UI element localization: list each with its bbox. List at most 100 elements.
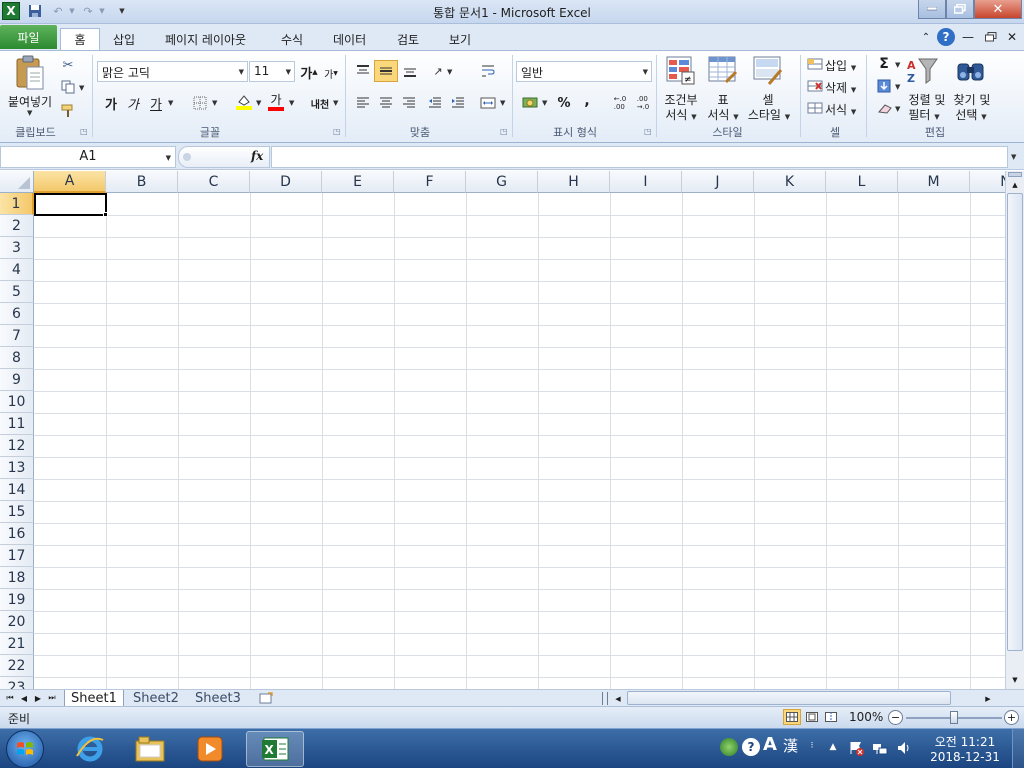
workbook-close-icon[interactable]: ✕ xyxy=(1004,29,1020,45)
phonetic-dropdown-icon[interactable]: ▼ xyxy=(333,99,338,107)
tab-data[interactable]: 데이터 xyxy=(323,28,376,50)
font-name-combo[interactable]: 맑은 고딕 ▼ xyxy=(97,61,248,82)
accounting-format-icon[interactable] xyxy=(520,93,540,113)
row-header[interactable]: 23 xyxy=(0,677,34,689)
name-box[interactable]: A1 ▼ xyxy=(0,146,176,168)
internet-explorer-icon[interactable] xyxy=(62,731,118,767)
next-sheet-icon[interactable]: ▶ xyxy=(32,692,44,704)
show-hidden-icons[interactable]: ▲ xyxy=(826,740,840,754)
ime-help-icon[interactable]: ? xyxy=(742,738,760,756)
sheet-tab-sheet3[interactable]: Sheet3 xyxy=(189,690,247,707)
borders-dropdown-icon[interactable]: ▼ xyxy=(212,99,217,107)
column-header[interactable]: D xyxy=(250,171,322,193)
name-box-dropdown-icon[interactable]: ▼ xyxy=(166,154,171,162)
column-header[interactable]: F xyxy=(394,171,466,193)
row-header[interactable]: 8 xyxy=(0,347,34,369)
scroll-left-icon[interactable]: ◀ xyxy=(612,692,624,705)
worksheet-grid[interactable]: ABCDEFGHIJKLMN 1234567891011121314151617… xyxy=(0,171,1005,689)
network-icon[interactable] xyxy=(872,740,888,756)
copy-icon[interactable] xyxy=(60,79,76,95)
row-header[interactable]: 13 xyxy=(0,457,34,479)
restore-button[interactable] xyxy=(946,0,974,19)
volume-icon[interactable] xyxy=(896,740,912,756)
insert-cells-label[interactable]: 삽입 ▼ xyxy=(825,57,856,74)
column-header[interactable]: C xyxy=(178,171,250,193)
row-header[interactable]: 19 xyxy=(0,589,34,611)
font-color-icon[interactable]: 가 xyxy=(266,91,286,113)
row-header[interactable]: 22 xyxy=(0,655,34,677)
underline-button[interactable]: 가 xyxy=(146,93,166,113)
fill-handle[interactable] xyxy=(103,212,108,217)
font-name-dropdown-icon[interactable]: ▼ xyxy=(239,68,244,76)
zoom-in-icon[interactable]: + xyxy=(1004,710,1019,725)
insert-function-button[interactable]: fx xyxy=(251,149,263,163)
scroll-right-icon[interactable]: ▶ xyxy=(982,692,994,705)
row-header[interactable]: 5 xyxy=(0,281,34,303)
normal-view-icon[interactable] xyxy=(783,709,801,725)
ime-hanja-button[interactable]: 漢 xyxy=(783,735,798,756)
insert-cells-icon[interactable] xyxy=(806,56,824,72)
bold-button[interactable]: 가 xyxy=(101,93,121,113)
find-select-icon[interactable] xyxy=(955,56,987,86)
tab-review[interactable]: 검토 xyxy=(387,28,429,50)
ime-options-icon[interactable]: ⁝ xyxy=(806,737,818,755)
fill-color-icon[interactable] xyxy=(234,91,254,113)
select-all-button[interactable] xyxy=(0,171,34,193)
column-header[interactable]: I xyxy=(610,171,682,193)
media-player-icon[interactable] xyxy=(182,731,238,767)
row-header[interactable]: 12 xyxy=(0,435,34,457)
clock-date[interactable]: 2018-12-31 xyxy=(922,750,1008,764)
row-header[interactable]: 9 xyxy=(0,369,34,391)
delete-cells-label[interactable]: 삭제 ▼ xyxy=(825,79,856,96)
font-color-dropdown-icon[interactable]: ▼ xyxy=(289,99,294,107)
formula-grip-icon[interactable] xyxy=(183,153,191,161)
paste-dropdown-icon[interactable]: ▼ xyxy=(27,109,32,117)
delete-cells-icon[interactable] xyxy=(806,78,824,94)
formula-input[interactable] xyxy=(271,146,1008,168)
vertical-scroll-thumb[interactable] xyxy=(1007,193,1023,651)
autosum-icon[interactable]: Σ xyxy=(875,55,893,73)
row-header[interactable]: 1 xyxy=(0,193,34,215)
font-size-combo[interactable]: 11 ▼ xyxy=(249,61,295,82)
close-button[interactable]: ✕ xyxy=(974,0,1022,19)
row-header[interactable]: 4 xyxy=(0,259,34,281)
sort-filter-label-2[interactable]: 필터 ▼ xyxy=(904,106,944,123)
borders-icon[interactable] xyxy=(190,93,210,113)
action-center-icon[interactable] xyxy=(848,740,864,756)
minimize-ribbon-icon[interactable]: ⌃ xyxy=(918,29,934,45)
column-header[interactable]: E xyxy=(322,171,394,193)
row-header[interactable]: 2 xyxy=(0,215,34,237)
row-header[interactable]: 16 xyxy=(0,523,34,545)
wrap-text-icon[interactable] xyxy=(478,61,498,81)
file-explorer-icon[interactable] xyxy=(122,731,178,767)
fill-dropdown-icon[interactable]: ▼ xyxy=(895,83,900,91)
format-cells-icon[interactable] xyxy=(806,100,824,116)
split-box-icon[interactable] xyxy=(1008,172,1022,177)
font-size-dropdown-icon[interactable]: ▼ xyxy=(286,68,291,76)
shrink-font-button[interactable]: 가 ▼ xyxy=(322,65,340,81)
row-header[interactable]: 15 xyxy=(0,501,34,523)
zoom-out-icon[interactable]: − xyxy=(888,710,903,725)
column-header[interactable]: N xyxy=(970,171,1005,193)
number-format-combo[interactable]: 일반 ▼ xyxy=(516,61,652,82)
font-launcher-icon[interactable]: ◳ xyxy=(333,127,341,136)
ime-mode-letter[interactable]: A xyxy=(763,734,777,755)
row-header[interactable]: 21 xyxy=(0,633,34,655)
cut-icon[interactable]: ✂ xyxy=(60,57,76,73)
conditional-format-label-2[interactable]: 서식 ▼ xyxy=(661,106,701,123)
format-painter-icon[interactable] xyxy=(60,103,76,119)
scroll-up-icon[interactable]: ▲ xyxy=(1007,178,1023,192)
zoom-slider-thumb[interactable] xyxy=(950,711,958,724)
language-bar-icon[interactable] xyxy=(720,738,738,756)
first-sheet-icon[interactable]: ⏮ xyxy=(4,692,16,704)
merge-center-dropdown-icon[interactable]: ▼ xyxy=(500,99,505,107)
align-left-icon[interactable] xyxy=(353,93,373,113)
tab-formulas[interactable]: 수식 xyxy=(271,28,313,50)
underline-dropdown-icon[interactable]: ▼ xyxy=(168,99,173,107)
tab-file[interactable]: 파일 xyxy=(0,25,57,49)
autosum-dropdown-icon[interactable]: ▼ xyxy=(895,61,900,69)
decrease-decimal-icon[interactable]: .00 →.0 xyxy=(632,93,654,113)
column-header[interactable]: L xyxy=(826,171,898,193)
align-center-icon[interactable] xyxy=(376,93,396,113)
workbook-minimize-icon[interactable]: — xyxy=(960,29,976,45)
